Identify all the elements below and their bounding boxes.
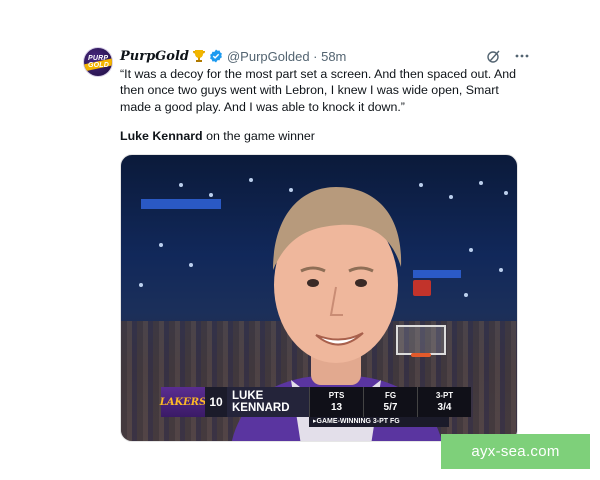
stat-pts: PTS 13 [309,387,363,417]
watermark: ayx-sea.com [441,434,590,469]
avatar[interactable]: PURP GOLD [83,47,113,77]
player-number: 10 [205,387,227,417]
stat-label: 3-PT [435,390,454,400]
stat-value: 3/4 [437,401,452,413]
stat-value: 13 [330,401,343,413]
tweet-text: “It was a decoy for the most part set a … [120,67,517,114]
player-name: LUKE KENNARD [227,387,309,417]
player-first-name: LUKE [232,390,264,402]
caption-rest: on the game winner [202,129,315,143]
stat-fg: FG 5/7 [363,387,417,417]
verified-badge-icon [209,49,223,63]
stat-value: 5/7 [383,401,398,413]
more-icon[interactable] [514,48,530,64]
trophy-icon [192,49,206,63]
stat-3pt: 3-PT 3/4 [417,387,471,417]
header-actions [486,48,530,64]
handle-and-time[interactable]: @PurpGolded · 58m [227,49,346,64]
avatar-text: PURP GOLD [88,55,110,69]
team-logo-text: LAKERS [159,396,207,408]
tweet-caption: Luke Kennard on the game winner [120,128,530,144]
stat-label: FG [384,390,397,400]
caption-player-name: Luke Kennard [120,129,203,143]
display-name[interactable]: PurpGold [120,49,189,64]
team-logo: LAKERS [159,387,207,417]
player-last-name: KENNARD [232,402,290,414]
stat-columns: PTS 13 FG 5/7 3-PT 3/4 [309,387,471,417]
scorebug: LAKERS 10 LUKE KENNARD PTS 13 FG 5/7 3-P… [159,387,471,417]
stat-label: PTS [328,390,345,400]
tweet-image[interactable]: LAKERS 10 LUKE KENNARD PTS 13 FG 5/7 3-P… [120,154,518,442]
tweet-header: PurpGold @PurpGolded · 58m [120,46,530,66]
scorebug-footer: ▸GAME-WINNING 3-PT FG [309,417,449,427]
watermark-text: ayx-sea.com [471,443,560,460]
grok-icon[interactable] [486,48,502,64]
arena-board [141,199,221,209]
